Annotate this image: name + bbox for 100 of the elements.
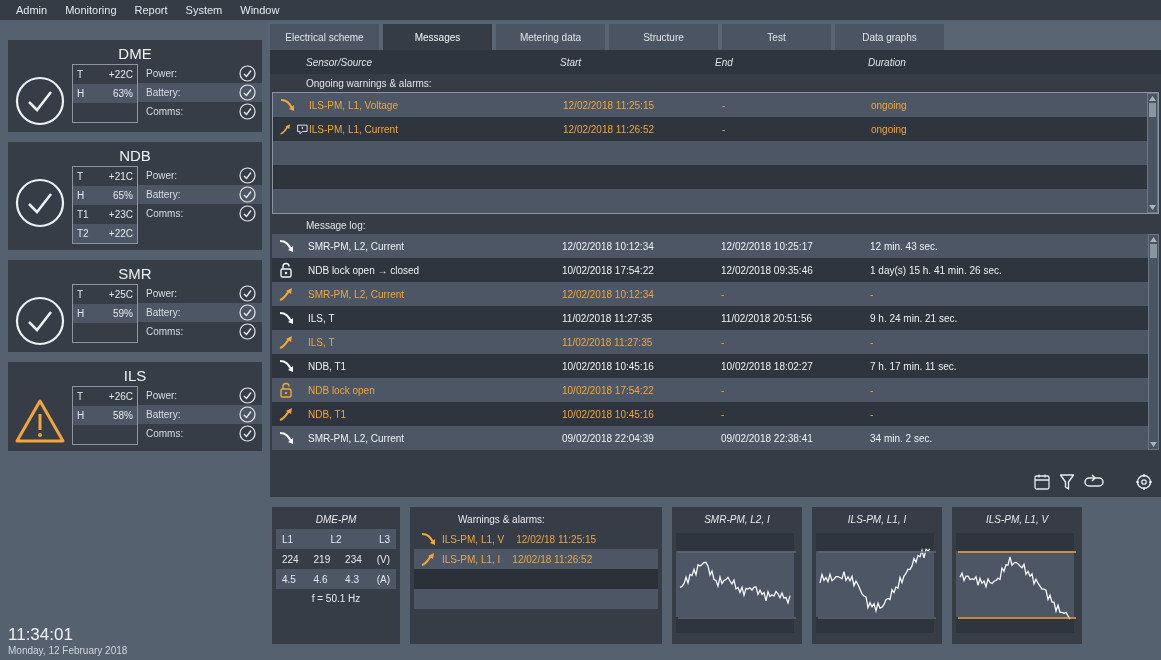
table-cell-text: NDB lock open: [308, 384, 376, 396]
column-header[interactable]: Sensor/Source: [306, 56, 560, 68]
check-label: Power:: [146, 68, 178, 79]
frequency-value: f = 50.1 Hz: [310, 592, 362, 606]
reading-label: T: [77, 171, 84, 182]
station-title: DME: [117, 44, 153, 64]
calendar-icon[interactable]: [1033, 473, 1051, 491]
meter-value: 234: [345, 553, 362, 565]
tab[interactable]: Electrical scheme: [270, 24, 379, 50]
reading-value: +21C: [108, 171, 133, 182]
filter-icon[interactable]: [1059, 473, 1075, 491]
menu-item[interactable]: Monitoring: [63, 4, 119, 16]
tab[interactable]: Structure: [609, 24, 718, 50]
table-cell-text: -: [721, 99, 727, 111]
table-row[interactable]: NDB lock open → closed 10/02/2018 17:54:22 12/02/2018 09:35:46 1 day(s) 15 h. 41 min. 26 sec.: [272, 258, 1148, 282]
table-cell-text: 9 h. 24 min. 21 sec.: [870, 312, 959, 324]
reading-label: H: [77, 308, 85, 319]
table-cell-text: 1 day(s) 15 h. 41 min. 26 sec.: [870, 264, 1003, 276]
column-header[interactable]: Start: [560, 56, 715, 68]
table-row[interactable]: NDB, T1 10/02/2018 10:45:16 - -: [272, 402, 1148, 426]
loop-arrows-icon[interactable]: [1083, 474, 1105, 490]
table-cell-text: ILS-PM, L1, Voltage: [309, 99, 399, 111]
menu-item[interactable]: Window: [238, 4, 282, 16]
table-row[interactable]: ILS-PM, L1, Voltage 12/02/2018 11:25:15 - ongoing: [273, 93, 1147, 117]
table-cell-text: 12 min. 43 sec.: [870, 240, 939, 252]
table-cell-text: 09/02/2018 22:38:41: [720, 432, 814, 444]
warning-time: 12/02/18 11:26:52: [512, 553, 593, 565]
scrollbar[interactable]: [1148, 234, 1159, 450]
table-cell-text: 09/02/2018 22:04:39: [562, 432, 655, 444]
table-cell-text: ILS-PM, L1, Current: [309, 123, 399, 135]
reading-value: 59%: [113, 308, 133, 319]
table-cell-text: 10/02/2018 18:02:27: [720, 360, 814, 372]
table-cell-text: -: [720, 336, 726, 348]
check-label: Power:: [146, 170, 178, 181]
column-header[interactable]: Duration: [868, 56, 1161, 68]
clock-time: 11:34:01: [8, 625, 74, 645]
table-cell-text: SMR-PM, L2, Current: [308, 240, 406, 252]
meter-value: (A): [376, 573, 390, 585]
table-cell-text: 7 h. 17 min. 11 sec.: [870, 360, 958, 372]
table-cell-text: -: [870, 408, 875, 420]
clock-date: Monday, 12 February 2018: [8, 645, 129, 656]
table-row[interactable]: NDB, T1 10/02/2018 10:45:16 10/02/2018 18:02:27 7 h. 17 min. 11 sec.: [272, 354, 1148, 378]
reading-value: +26C: [108, 391, 133, 402]
reading-label: H: [77, 88, 85, 99]
reading-value: 63%: [113, 88, 133, 99]
table-cell-text: 12/02/2018 10:12:34: [562, 288, 655, 300]
check-label: Power:: [146, 288, 178, 299]
tab[interactable]: Data graphs: [835, 24, 944, 50]
table-cell-text: 12/02/2018 09:35:46: [720, 264, 814, 276]
table-row[interactable]: NDB lock open 10/02/2018 17:54:22 - -: [272, 378, 1148, 402]
reading-value: 58%: [113, 410, 133, 421]
reading-value: +23C: [108, 209, 133, 220]
table-cell-text: NDB lock open → closed: [308, 264, 421, 276]
check-label: Comms:: [146, 326, 184, 337]
reading-value: +22C: [108, 228, 133, 239]
table-row[interactable]: ILS-PM, L1, Current 12/02/2018 11:26:52 - ongoing: [273, 117, 1147, 141]
meter-value: L2: [330, 533, 342, 545]
panel-title: SMR-PM, L2, I: [703, 513, 771, 527]
table-cell-text: 34 min. 2 sec.: [870, 432, 934, 444]
meter-value: 224: [282, 553, 299, 565]
warning-source: ILS-PM, L1, V: [442, 533, 505, 545]
warning-time: 12/02/18 11:25:15: [516, 533, 597, 545]
menu-item[interactable]: Report: [132, 4, 170, 16]
table-cell-text: ongoing: [871, 99, 908, 111]
table-row[interactable]: SMR-PM, L2, Current 12/02/2018 10:12:34 12/02/2018 10:25:17 12 min. 43 sec.: [272, 234, 1148, 258]
table-row[interactable]: SMR-PM, L2, Current 12/02/2018 10:12:34 - -: [272, 282, 1148, 306]
table-cell-text: 11/02/2018 11:27:35: [562, 336, 654, 348]
reading-value: 65%: [113, 190, 133, 201]
panel-title: DME-PM: [314, 513, 358, 527]
table-cell-text: SMR-PM, L2, Current: [308, 432, 406, 444]
tab[interactable]: Test: [722, 24, 831, 50]
station-title: ILS: [122, 366, 148, 386]
column-header[interactable]: End: [715, 56, 868, 68]
panel-title: Warnings & alarms:: [457, 513, 546, 527]
warning-source: ILS-PM, L1, I: [442, 553, 501, 565]
check-label: Battery:: [146, 307, 181, 318]
table-row[interactable]: ILS, T 11/02/2018 11:27:35 11/02/2018 20:51:56 9 h. 24 min. 21 sec.: [272, 306, 1148, 330]
table-cell-text: -: [720, 408, 726, 420]
table-cell-text: -: [870, 288, 875, 300]
tab[interactable]: Messages: [383, 24, 492, 50]
reading-label: T1: [77, 209, 89, 220]
scrollbar[interactable]: [1147, 93, 1158, 213]
table-cell-text: NDB, T1: [308, 408, 348, 420]
table-cell-text: 12/02/2018 11:25:15: [563, 99, 655, 111]
meter-value: (V): [376, 553, 390, 565]
tab[interactable]: Metering data: [496, 24, 605, 50]
section-label: Message log:: [306, 219, 366, 231]
station-title: SMR: [117, 264, 153, 284]
table-cell-text: -: [720, 384, 726, 396]
meter-value: L1: [282, 533, 294, 545]
table-row[interactable]: ILS, T 11/02/2018 11:27:35 - -: [272, 330, 1148, 354]
menu-item[interactable]: Admin: [14, 4, 50, 16]
table-cell-text: ILS, T: [308, 336, 336, 348]
table-row[interactable]: SMR-PM, L2, Current 09/02/2018 22:04:39 09/02/2018 22:38:41 34 min. 2 sec.: [272, 426, 1148, 450]
menu-item[interactable]: System: [183, 4, 225, 16]
table-cell-text: -: [721, 123, 727, 135]
reading-label: H: [77, 410, 85, 421]
table-cell-text: ongoing: [871, 123, 908, 135]
check-label: Comms:: [146, 208, 184, 219]
meter-value: 4.6: [313, 573, 328, 585]
